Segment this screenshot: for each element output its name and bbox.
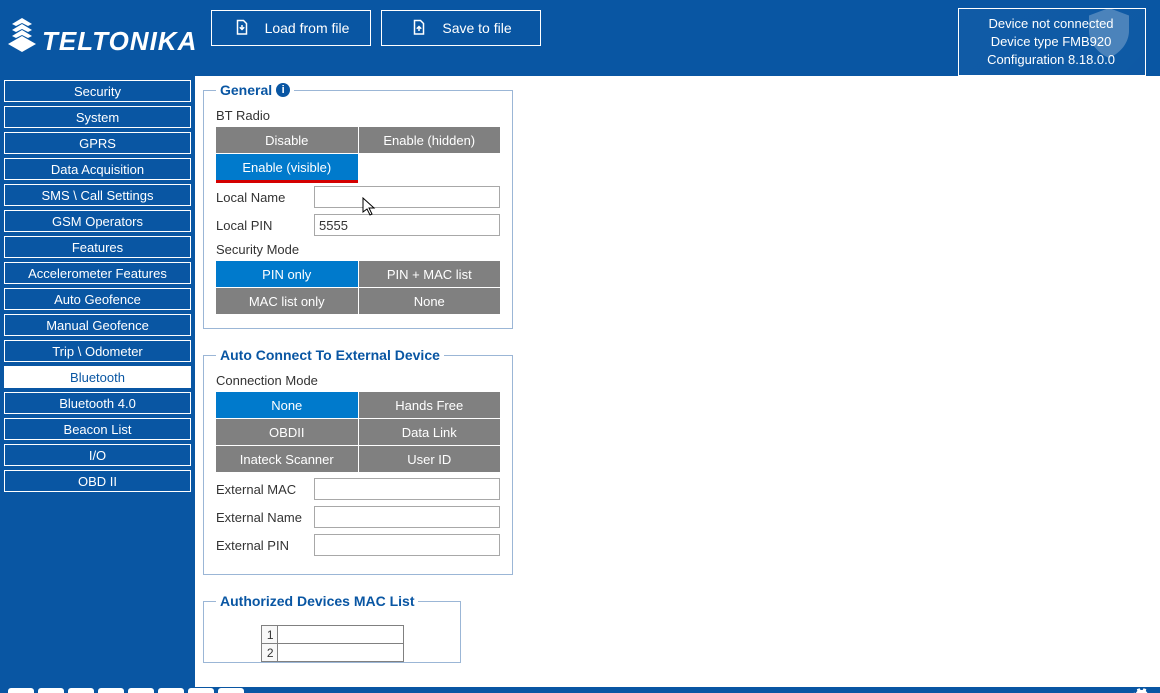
table-row[interactable]: 1 [261,626,403,644]
segment-option[interactable]: PIN + MAC list [359,261,501,287]
segment-option[interactable]: OBDII [216,419,358,445]
camera-icon[interactable]: ◎ [128,688,154,693]
external-pin-label: External PIN [216,538,314,553]
gear-icon [1130,687,1152,693]
sidebar-item-i-o[interactable]: I/O [4,444,191,466]
info-icon[interactable]: i [276,83,290,97]
grid-icon[interactable]: ⋮⋮ [8,688,34,693]
external-mac-label: External MAC [216,482,314,497]
mac-table[interactable]: 12 [261,625,404,662]
sidebar-item-gsm-operators[interactable]: GSM Operators [4,210,191,232]
segment-option[interactable]: Hands Free [359,392,501,418]
facebook-icon[interactable]: f [38,688,64,693]
load-from-file-button[interactable]: Load from file [211,10,371,46]
sidebar-item-trip-odometer[interactable]: Trip \ Odometer [4,340,191,362]
bt-radio-segment: DisableEnable (hidden)Enable (visible) [216,127,500,180]
local-pin-label: Local PIN [216,218,314,233]
content-area: General i BT Radio DisableEnable (hidden… [195,76,1160,687]
segment-option[interactable]: None [359,288,501,314]
segment-option[interactable]: Disable [216,127,358,153]
sidebar-item-beacon-list[interactable]: Beacon List [4,418,191,440]
external-name-input[interactable] [314,506,500,528]
settings-gear-button[interactable] [1130,687,1152,693]
sidebar-item-security[interactable]: Security [4,80,191,102]
file-download-icon [233,19,251,37]
external-name-label: External Name [216,510,314,525]
legend-text: General [220,82,272,98]
sidebar-item-auto-geofence[interactable]: Auto Geofence [4,288,191,310]
linkedin-icon[interactable]: in [158,688,184,693]
twitter-icon[interactable]: 🐦 [98,688,124,693]
segment-option[interactable]: None [216,392,358,418]
sidebar: Security System GPRS Data Acquisition SMS \ … [0,76,195,687]
sidebar-item-bluetooth-4-0[interactable]: Bluetooth 4.0 [4,392,191,414]
sidebar-item-bluetooth[interactable]: Bluetooth [4,366,191,388]
footer-bar: ⋮⋮ f ▶ 🐦 ◎ in ⌒ i [0,687,1160,693]
load-label: Load from file [265,20,350,36]
bt-radio-label: BT Radio [216,108,500,123]
save-label: Save to file [442,20,511,36]
segment-option[interactable]: Inateck Scanner [216,446,358,472]
info-icon[interactable]: i [218,688,244,693]
header: TELTONIKA Load from file Save to file De… [0,0,1160,76]
segment-option[interactable]: Enable (visible) [216,154,358,183]
security-mode-label: Security Mode [216,242,500,257]
youtube-icon[interactable]: ▶ [68,688,94,693]
external-mac-input[interactable] [314,478,500,500]
sidebar-item-sms-call-settings[interactable]: SMS \ Call Settings [4,184,191,206]
panel-legend: General i [216,82,294,98]
sidebar-item-data-acquisition[interactable]: Data Acquisition [4,158,191,180]
connection-mode-label: Connection Mode [216,373,500,388]
panel-autoconnect: Auto Connect To External Device Connecti… [203,347,513,575]
segment-option[interactable]: User ID [359,446,501,472]
segment-option[interactable]: MAC list only [216,288,358,314]
file-upload-icon [410,19,428,37]
legend-text: Authorized Devices MAC List [220,593,414,609]
brand-logo: TELTONIKA [6,8,201,72]
sidebar-item-system[interactable]: System [4,106,191,128]
external-pin-input[interactable] [314,534,500,556]
save-to-file-button[interactable]: Save to file [381,10,541,46]
table-row[interactable]: 2 [261,644,403,662]
local-name-label: Local Name [216,190,314,205]
svg-text:TELTONIKA: TELTONIKA [42,26,197,56]
sidebar-item-gprs[interactable]: GPRS [4,132,191,154]
legend-text: Auto Connect To External Device [220,347,440,363]
local-pin-input[interactable] [314,214,500,236]
panel-legend: Authorized Devices MAC List [216,593,418,609]
panel-general: General i BT Radio DisableEnable (hidden… [203,82,513,329]
panel-maclist: Authorized Devices MAC List 12 [203,593,461,663]
wifi-icon[interactable]: ⌒ [188,688,214,693]
sidebar-item-obd-ii[interactable]: OBD II [4,470,191,492]
sidebar-item-accelerometer-features[interactable]: Accelerometer Features [4,262,191,284]
device-status-box: Device not connected Device type FMB920 … [958,8,1146,76]
shield-icon [1079,3,1139,63]
segment-option[interactable]: Enable (hidden) [359,127,501,153]
sidebar-item-manual-geofence[interactable]: Manual Geofence [4,314,191,336]
security-mode-segment: PIN onlyPIN + MAC listMAC list onlyNone [216,261,500,314]
connection-mode-segment: NoneHands FreeOBDIIData LinkInateck Scan… [216,392,500,472]
sidebar-item-features[interactable]: Features [4,236,191,258]
panel-legend: Auto Connect To External Device [216,347,444,363]
segment-option[interactable]: Data Link [359,419,501,445]
segment-option[interactable]: PIN only [216,261,358,287]
local-name-input[interactable] [314,186,500,208]
